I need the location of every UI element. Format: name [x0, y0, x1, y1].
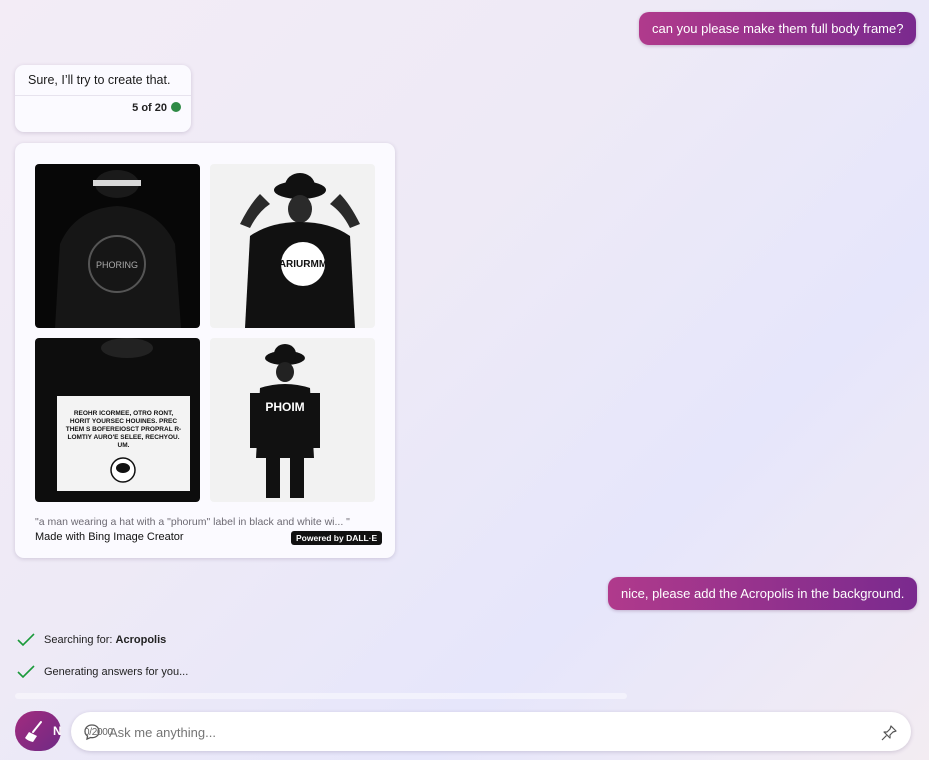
status-searching: Searching for: Acropolis: [17, 633, 166, 647]
user-message: can you please make them full body frame…: [639, 12, 917, 45]
status-generating-text: Generating answers for you...: [44, 666, 189, 678]
check-icon: [17, 665, 35, 679]
image-4-graphic: PHOIM: [250, 344, 320, 498]
chat-input[interactable]: [109, 721, 869, 743]
user-message: nice, please add the Acropolis in the ba…: [608, 577, 918, 610]
generated-image-2[interactable]: ARIURMM: [210, 164, 375, 328]
turn-counter-text: 5 of 20: [132, 102, 167, 114]
image-2-label: ARIURMM: [279, 259, 327, 270]
image-1-graphic: PHORING: [55, 170, 181, 328]
bot-message: Sure, I’ll try to create that. 5 of 20: [15, 65, 191, 132]
status-dot: [171, 102, 181, 112]
generated-image-1[interactable]: PHORING: [35, 164, 200, 328]
status-searching-prefix: Searching for:: [44, 634, 113, 646]
bot-message-text: Sure, I’ll try to create that.: [28, 73, 171, 87]
generated-image-4[interactable]: PHOIM: [210, 338, 375, 502]
status-generating: Generating answers for you...: [17, 665, 188, 679]
status-search-term: Acropolis: [115, 634, 167, 646]
new-topic-letter: N: [53, 724, 62, 738]
chat-input-bar: 0/2000: [71, 712, 911, 751]
loading-placeholder: [15, 693, 627, 699]
bing-image-creator-link[interactable]: Made with Bing Image Creator: [35, 531, 184, 543]
check-icon: [17, 633, 35, 647]
turn-counter: 5 of 20: [15, 96, 191, 114]
image-2-graphic: ARIURMM: [240, 173, 360, 328]
image-1-label: PHORING: [96, 260, 138, 270]
new-topic-button[interactable]: N: [15, 711, 62, 751]
image-caption: "a man wearing a hat with a "phorum" lab…: [35, 516, 350, 528]
pin-icon[interactable]: [881, 725, 897, 741]
image-4-label: PHOIM: [265, 400, 304, 414]
image-result-card: PHORING ARIURMM REOHR ICORMEE, OTRO RONT…: [15, 143, 395, 558]
dalle-badge: Powered by DALL·E: [291, 531, 383, 545]
generated-image-3[interactable]: REOHR ICORMEE, OTRO RONT, HORIT YOURSEC …: [35, 338, 200, 502]
image-3-sign-text: REOHR ICORMEE, OTRO RONT, HORIT YOURSEC …: [65, 410, 182, 449]
